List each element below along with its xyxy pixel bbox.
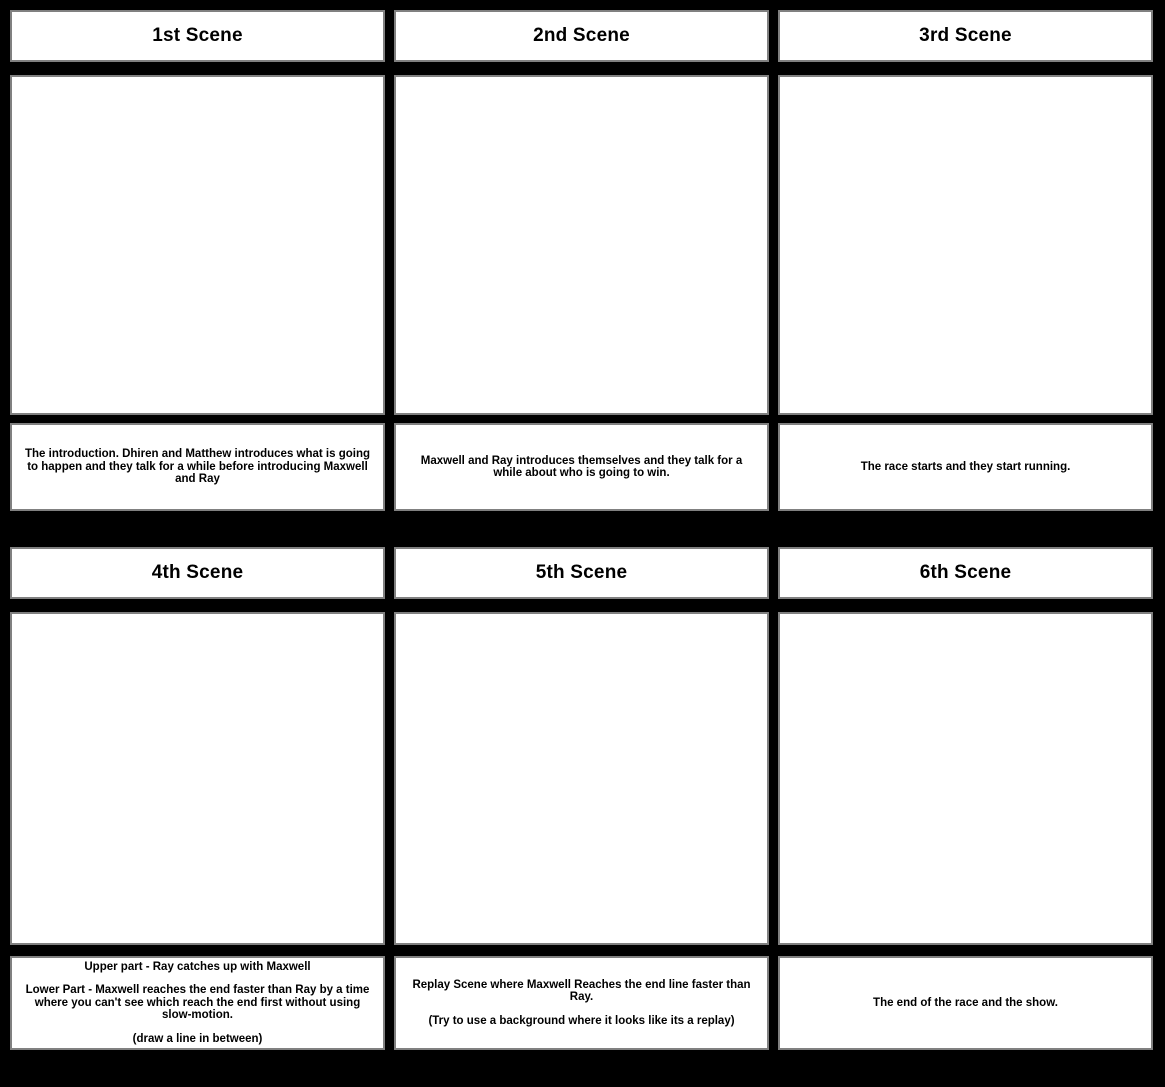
- storyboard-row: 1st Scene The introduction. Dhiren and M…: [0, 0, 1165, 512]
- scene-drawing-frame[interactable]: [394, 75, 769, 415]
- scene-caption-line: (Try to use a background where it looks …: [428, 1014, 735, 1027]
- scene-caption-box[interactable]: The race starts and they start running.: [778, 423, 1153, 511]
- storyboard-cell-scene-2: 2nd Scene Maxwell and Ray introduces the…: [394, 0, 769, 512]
- scene-title-box[interactable]: 2nd Scene: [394, 10, 769, 62]
- scene-caption-box[interactable]: Upper part - Ray catches up with Maxwell…: [10, 956, 385, 1050]
- scene-title-box[interactable]: 6th Scene: [778, 547, 1153, 599]
- storyboard-cell-scene-4: 4th Scene Upper part - Ray catches up wi…: [10, 537, 385, 1050]
- storyboard-cell-scene-6: 6th Scene The end of the race and the sh…: [778, 537, 1153, 1050]
- scene-drawing-frame[interactable]: [10, 75, 385, 415]
- storyboard-cell-scene-3: 3rd Scene The race starts and they start…: [778, 0, 1153, 512]
- scene-caption-box[interactable]: The end of the race and the show.: [778, 956, 1153, 1050]
- scene-title-box[interactable]: 1st Scene: [10, 10, 385, 62]
- scene-caption-line: (draw a line in between): [132, 1032, 263, 1045]
- storyboard-cell-scene-1: 1st Scene The introduction. Dhiren and M…: [10, 0, 385, 512]
- scene-title-label: 3rd Scene: [919, 25, 1012, 46]
- scene-caption-box[interactable]: Replay Scene where Maxwell Reaches the e…: [394, 956, 769, 1050]
- storyboard-cell-scene-5: 5th Scene Replay Scene where Maxwell Rea…: [394, 537, 769, 1050]
- scene-caption-line: The introduction. Dhiren and Matthew int…: [25, 448, 370, 486]
- scene-caption-line: Replay Scene where Maxwell Reaches the e…: [412, 978, 751, 1004]
- scene-title-label: 5th Scene: [535, 562, 628, 583]
- storyboard-row: 4th Scene Upper part - Ray catches up wi…: [0, 537, 1165, 1050]
- scene-caption-line: The race starts and they start running.: [860, 460, 1071, 473]
- scene-caption-line: The end of the race and the show.: [873, 996, 1058, 1009]
- scene-title-label: 4th Scene: [151, 562, 244, 583]
- scene-title-box[interactable]: 4th Scene: [10, 547, 385, 599]
- scene-caption-box[interactable]: Maxwell and Ray introduces themselves an…: [394, 423, 769, 511]
- scene-title-label: 1st Scene: [152, 25, 243, 46]
- storyboard-grid: 1st Scene The introduction. Dhiren and M…: [0, 0, 1165, 1087]
- scene-caption-box[interactable]: The introduction. Dhiren and Matthew int…: [10, 423, 385, 511]
- scene-caption-line: Maxwell and Ray introduces themselves an…: [420, 454, 743, 479]
- scene-caption-line: Lower Part - Maxwell reaches the end fas…: [25, 984, 370, 1022]
- scene-drawing-frame[interactable]: [778, 612, 1153, 945]
- scene-drawing-frame[interactable]: [394, 612, 769, 945]
- scene-drawing-frame[interactable]: [778, 75, 1153, 415]
- scene-caption-line: Upper part - Ray catches up with Maxwell: [84, 960, 311, 973]
- scene-title-box[interactable]: 3rd Scene: [778, 10, 1153, 62]
- scene-title-box[interactable]: 5th Scene: [394, 547, 769, 599]
- scene-title-label: 6th Scene: [919, 562, 1012, 583]
- scene-drawing-frame[interactable]: [10, 612, 385, 945]
- scene-title-label: 2nd Scene: [533, 25, 630, 46]
